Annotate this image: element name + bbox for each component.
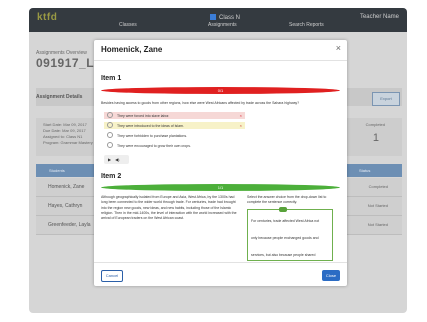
column-students[interactable]: Students: [49, 168, 65, 173]
student-name: Greenfeeder, Layla: [48, 222, 91, 228]
user-menu[interactable]: Teacher Name: [360, 14, 399, 20]
answer-dropdown-area[interactable]: For centuries, trade affected West Afric…: [247, 207, 333, 261]
audio-player[interactable]: ▶ ◀): [104, 155, 129, 164]
student-name: Homenick, Zane: [48, 184, 85, 190]
nav-tabs: Classes Assignments Search Reports: [29, 22, 407, 32]
radio-icon: [107, 142, 113, 148]
item-1-title: Item 1: [101, 75, 122, 82]
screen-frame: ktfd Class N Teacher Name Classes Assign…: [0, 0, 427, 322]
incorrect-icon: ×: [239, 113, 242, 118]
item-2-title: Item 2: [101, 173, 122, 180]
answer-choice-a[interactable]: They were forced into slave labor. ×: [104, 112, 245, 119]
item-2-score: 1/1: [217, 185, 224, 190]
close-icon[interactable]: ×: [336, 43, 341, 53]
info-program: Program: Grammar Mastery: [43, 140, 93, 145]
choice-text: They were forbidden to purchase plantati…: [117, 134, 188, 138]
cancel-button[interactable]: Cancel: [101, 270, 123, 282]
answer-choice-b[interactable]: They were introduced to the ideas of Isl…: [104, 122, 245, 129]
choice-text: They were forced into slave labor.: [117, 114, 170, 118]
item-1-score-bar: 0/1: [101, 87, 340, 94]
item-1-question: Besides having access to goods from othe…: [101, 101, 300, 105]
answer-line: only because people exchanged goods and: [251, 236, 319, 240]
modal-footer: Cancel Close: [94, 262, 347, 286]
radio-icon: [107, 112, 113, 118]
choice-text: They were introduced to the ideas of Isl…: [117, 124, 184, 128]
modal-body[interactable]: Item 1 0/1 Besides having access to good…: [94, 61, 347, 261]
class-color-icon: [210, 14, 216, 20]
radio-icon: [107, 122, 113, 128]
top-nav: ktfd Class N Teacher Name Classes Assign…: [29, 8, 407, 32]
student-name: Hayes, Cathryn: [48, 203, 83, 209]
class-name: Class N: [219, 15, 241, 21]
play-icon[interactable]: ▶: [108, 157, 111, 162]
modal-title: Homenick, Zane: [101, 45, 163, 54]
choice-text: They were encouraged to grow their own c…: [117, 144, 191, 148]
answer-choice-c[interactable]: They were forbidden to purchase plantati…: [104, 132, 245, 139]
item-2-score-bar: 1/1: [101, 184, 340, 191]
nav-tab-classes[interactable]: Classes: [119, 22, 137, 28]
item-2-passage: Although geographically isolated from Eu…: [101, 195, 237, 221]
answer-line: For centuries, trade affected West Afric…: [251, 219, 320, 223]
item-2-prompt: Select the answer choice from the drop-d…: [247, 195, 327, 205]
answer-line: services, but also because people shared: [251, 253, 316, 257]
assignment-details-title: Assignment Details: [36, 94, 83, 100]
class-selector[interactable]: Class N: [210, 14, 240, 21]
completed-label: Completed: [365, 122, 385, 127]
correct-answer-chip: [279, 207, 287, 212]
student-status: Not Started: [367, 203, 388, 208]
info-start-date: Start Date: Mar 09, 2017: [43, 122, 87, 127]
answer-choice-d[interactable]: They were encouraged to grow their own c…: [104, 142, 245, 149]
nav-tab-assignments[interactable]: Assignments: [208, 22, 237, 28]
student-status: Not Started: [367, 222, 388, 227]
column-status[interactable]: Status: [359, 168, 370, 173]
info-assigned-to: Assigned to: Class N1: [43, 134, 83, 139]
close-button[interactable]: Close: [322, 270, 340, 281]
item-1-score: 0/1: [217, 88, 224, 93]
student-status: Completed: [368, 184, 388, 189]
volume-icon[interactable]: ◀): [115, 157, 119, 162]
modal-header: Homenick, Zane ×: [94, 40, 347, 61]
completed-count: 1: [372, 132, 379, 144]
export-button[interactable]: Export: [372, 92, 400, 106]
student-results-modal: Homenick, Zane × Item 1 0/1 Besides havi…: [94, 40, 347, 286]
incorrect-icon: ×: [239, 123, 242, 128]
radio-icon: [107, 132, 113, 138]
info-due-date: Due Date: Mar 09, 2017: [43, 128, 86, 133]
nav-tab-search-reports[interactable]: Search Reports: [289, 22, 324, 28]
